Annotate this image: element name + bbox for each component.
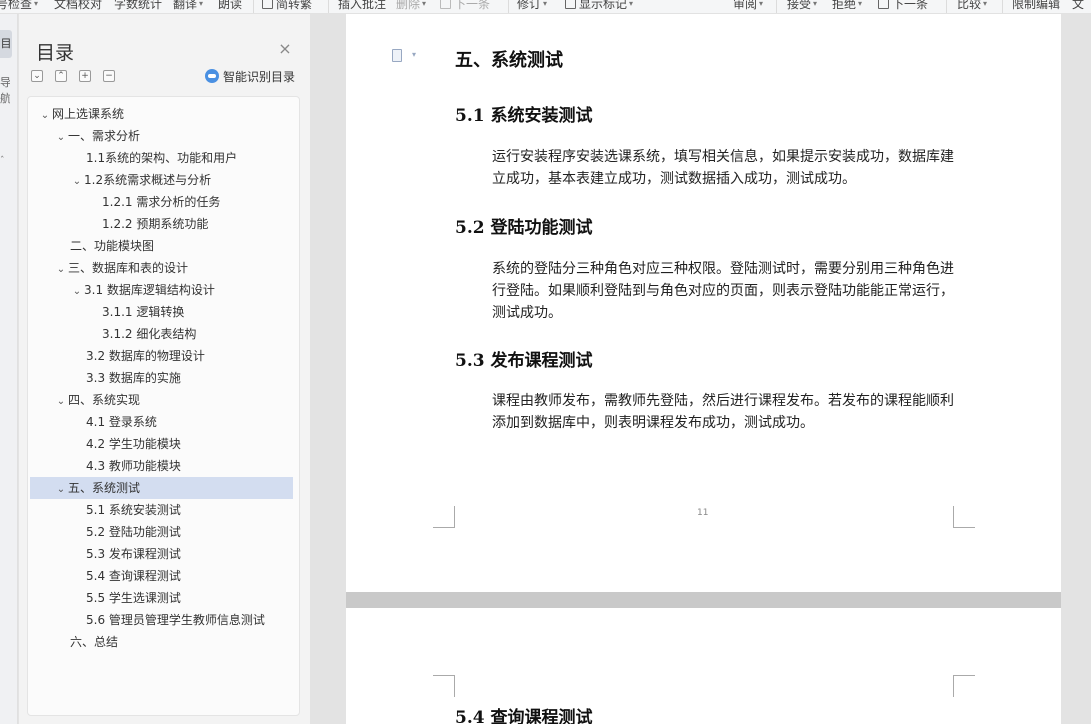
toc-item[interactable]: 4.1 登录系统 [30,411,293,433]
toc-item[interactable]: 5.5 学生选课测试 [30,587,293,609]
document-paragraph: 课程由教师发布，需教师先登陆，然后进行课程发布。若发布的课程能顺利添加到数据库中… [492,393,954,431]
toolbar-item-restrict-editing[interactable]: 限制编辑 [1012,0,1060,11]
toc-item[interactable]: 二、功能模块图 [30,235,293,257]
toolbar-separator [328,0,329,13]
toc-toggle-button[interactable]: 目 [0,30,12,58]
toc-item[interactable]: 3.2 数据库的物理设计 [30,345,293,367]
chevron-down-icon[interactable]: ⌄ [70,171,84,193]
document-heading-2: 5.2 登陆功能测试 [455,218,593,238]
toc-item[interactable]: 3.3 数据库的实施 [30,367,293,389]
chevron-down-icon[interactable]: ⌄ [54,259,68,281]
toolbar-separator [1002,0,1003,13]
ai-icon [205,69,219,83]
toc-panel: 目录 × ⌄ ⌃ + − 智能识别目录 ⌄ 网上选课系统 ⌄ 一、需求分析 1.1系… [19,14,310,724]
toolbar-item-proofread[interactable]: 文档校对 [54,0,102,11]
chevron-down-icon[interactable]: ⌄ [38,105,52,127]
add-heading-icon[interactable]: + [79,70,91,82]
toolbar-item-review[interactable]: 审阅 ▾ [733,0,763,11]
next-icon [440,0,451,9]
toolbar-item-insert-comment[interactable]: 插入批注 [338,0,386,11]
document-heading-2: 5.4 查询课程测试 [455,708,593,724]
toc-item-selected[interactable]: ⌄ 五、系统测试 [30,477,293,499]
smart-toc-button[interactable]: 智能识别目录 [205,69,295,85]
convert-icon [262,0,273,9]
toc-item[interactable]: 5.1 系统安装测试 [30,499,293,521]
margin-corner-mark [953,506,975,528]
toc-item[interactable]: 5.4 查询课程测试 [30,565,293,587]
toolbar-item-next-change[interactable]: 下一条 [878,0,928,11]
chevron-down-icon[interactable]: ⌄ [54,127,68,149]
chevron-down-icon[interactable]: ⌄ [70,281,84,303]
toc-item[interactable]: 4.3 教师功能模块 [30,455,293,477]
remove-heading-icon[interactable]: − [103,70,115,82]
chevron-icon[interactable]: ˆ [0,156,5,166]
page-number: 11 [697,508,709,518]
toc-item[interactable]: 1.1系统的架构、功能和用户 [30,147,293,169]
document-heading-2: 5.3 发布课程测试 [455,351,593,371]
toolbar-item-translate[interactable]: 翻译 ▾ [173,0,203,11]
margin-corner-mark [953,675,975,697]
document-paragraph: 运行安装程序安装选课系统，填写相关信息，如果提示安装成功，数据库建立成功，基本表… [492,149,954,187]
toc-item[interactable]: ⌄ 四、系统实现 [30,389,293,411]
toolbar-item-show-markup[interactable]: 显示标记 ▾ [565,0,633,11]
expand-all-icon[interactable]: ⌃ [55,70,67,82]
toc-item[interactable]: ⌄ 网上选课系统 [30,103,293,125]
toolbar-item-read-aloud[interactable]: 朗读 [218,0,242,11]
close-icon[interactable]: × [278,41,292,57]
navigation-strip: 目 导航 ˆ [0,14,18,724]
page-gap [346,592,1061,608]
chevron-down-icon[interactable]: ⌄ [54,479,68,501]
toc-item[interactable]: 3.1.2 细化表结构 [30,323,293,345]
margin-corner-mark [433,675,455,697]
document-page[interactable] [346,608,1061,724]
toolbar-item-simplified-to-traditional[interactable]: 简转繁 [262,0,312,11]
toc-item[interactable]: 3.1.1 逻辑转换 [30,301,293,323]
toolbar-item-compare[interactable]: 比较 ▾ [957,0,987,11]
toolbar-item-more[interactable]: 文 [1072,0,1084,11]
toc-item[interactable]: ⌄ 一、需求分析 [30,125,293,147]
toolbar-separator [776,0,777,13]
toc-item[interactable]: 六、总结 [30,631,293,653]
navigation-strip-label[interactable]: 导航 [0,74,10,106]
toolbar-item-spell-check[interactable]: 号检查▾ [0,0,38,11]
toolbar-item-accept[interactable]: 接受 ▾ [787,0,817,11]
toc-item[interactable]: ⌄ 1.2系统需求概述与分析 [30,169,293,191]
toc-title: 目录 [36,42,75,64]
toolbar-separator [253,0,254,13]
document-heading-2: 5.1 系统安装测试 [455,106,593,126]
toolbar-item-word-count[interactable]: 字数统计 [114,0,162,11]
document-icon[interactable] [392,49,402,62]
margin-corner-mark [433,506,455,528]
toc-item[interactable]: ⌄ 三、数据库和表的设计 [30,257,293,279]
toc-list: ⌄ 网上选课系统 ⌄ 一、需求分析 1.1系统的架构、功能和用户 ⌄ 1.2系统需求概… [27,96,300,716]
toc-item[interactable]: 1.2.1 需求分析的任务 [30,191,293,213]
toc-item[interactable]: 5.6 管理员管理学生教师信息测试 [30,609,293,631]
ribbon-toolbar: 号检查▾ 文档校对 字数统计 翻译▾ 朗读 简转繁 插入批注 删除▾ 下一条 修… [0,0,1091,14]
document-heading-1: 五、系统测试 [455,50,563,71]
collapse-all-icon[interactable]: ⌄ [31,70,43,82]
toolbar-item-reject[interactable]: 拒绝 ▾ [832,0,862,11]
markup-icon [565,0,576,9]
toc-item[interactable]: 4.2 学生功能模块 [30,433,293,455]
toolbar-item-track-changes[interactable]: 修订 ▾ [517,0,547,11]
chevron-down-icon[interactable]: ⌄ [54,391,68,413]
toolbar-separator [508,0,509,13]
toolbar-separator [946,0,947,13]
toc-item[interactable]: 1.2.2 预期系统功能 [30,213,293,235]
toc-item[interactable]: 5.3 发布课程测试 [30,543,293,565]
next-icon [878,0,889,9]
toolbar-item-next-comment[interactable]: 下一条 [440,0,490,11]
toc-item[interactable]: ⌄ 3.1 数据库逻辑结构设计 [30,279,293,301]
toc-item[interactable]: 5.2 登陆功能测试 [30,521,293,543]
chevron-down-icon[interactable]: ▾ [412,50,416,59]
toolbar-item-delete-comment[interactable]: 删除 ▾ [396,0,426,11]
document-paragraph: 系统的登陆分三种角色对应三种权限。登陆测试时，需要分别用三种角色进行登陆。如果顺… [492,261,954,321]
